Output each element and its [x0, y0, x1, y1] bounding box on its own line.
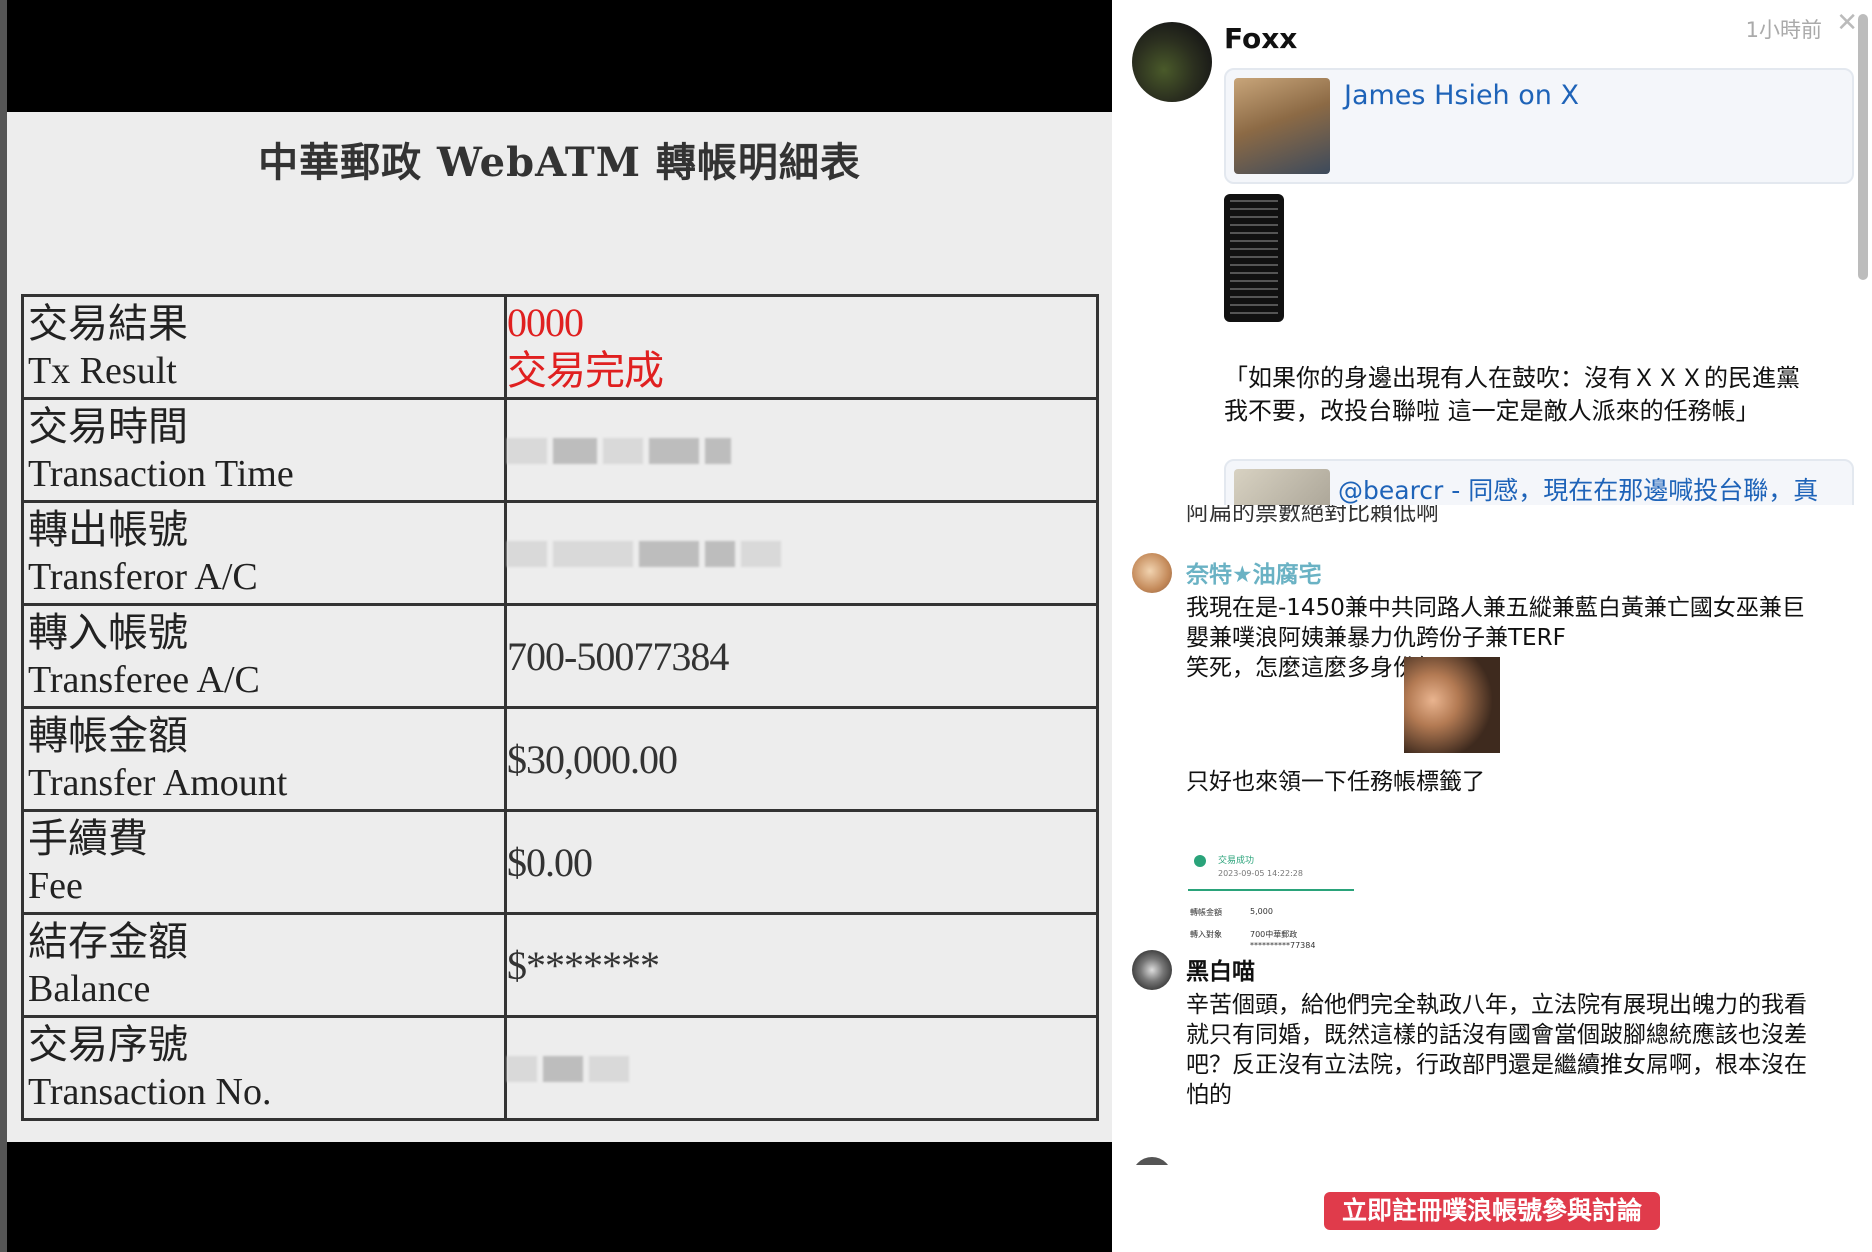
row-label-zh: 轉入帳號: [28, 610, 188, 655]
avatar[interactable]: [1132, 950, 1172, 990]
receipt-account: **********77384: [1250, 941, 1316, 950]
fee-amount: $0.00: [504, 809, 1099, 915]
response-text-line: 笑死，怎麼這麼多身份組: [1186, 655, 1439, 681]
table-row: 結存金額 Balance $*******: [21, 912, 1099, 1018]
plurk-post: Foxx 1小時前 ✕ James Hsieh on X 「如果你的身邊出現有人…: [1112, 0, 1872, 505]
receipt-target-label: 轉入對象: [1190, 930, 1222, 939]
response-text-line: 嬰兼噗浪阿姨兼暴力仇跨份子兼TERF: [1186, 625, 1566, 651]
receipt-title: 中華郵政 WebATM 轉帳明細表: [258, 139, 861, 186]
response-author[interactable]: 黑白喵: [1186, 952, 1255, 986]
link-preview-card[interactable]: James Hsieh on X: [1224, 68, 1854, 184]
table-row: 交易時間 Transaction Time: [21, 397, 1099, 503]
table-row: 轉帳金額 Transfer Amount $30,000.00: [21, 706, 1099, 812]
response-author[interactable]: 奈特★油腐宅: [1186, 555, 1322, 589]
receipt-amount: 5,000: [1250, 907, 1273, 916]
blurred-transaction-time: [504, 397, 1099, 503]
receipt-amount-label: 轉帳金額: [1190, 908, 1222, 917]
tx-result-code: 0000: [507, 300, 584, 345]
post-time[interactable]: 1小時前: [1746, 14, 1822, 44]
response-text-line: 就只有同婚，既然這樣的話沒有國會當個跛腳總統應該也沒差: [1186, 1022, 1807, 1048]
table-row: 交易結果 Tx Result 0000 交易完成: [21, 294, 1099, 400]
row-label-en: Transferor A/C: [28, 556, 258, 598]
row-label-zh: 交易時間: [28, 404, 188, 449]
link-thumbnail: [1234, 78, 1330, 174]
truncated-response-text: 阿扁的票數絕對比賴低啊: [1186, 505, 1439, 526]
row-label-zh: 交易結果: [28, 301, 188, 346]
transfer-amount: $30,000.00: [504, 706, 1099, 812]
avatar[interactable]: [1132, 553, 1172, 593]
link-title[interactable]: @bearcr - 同感，現在在那邊喊投台聯，真: [1338, 471, 1818, 505]
link-title[interactable]: James Hsieh on X: [1344, 80, 1579, 111]
row-label-zh: 交易序號: [28, 1022, 188, 1067]
receipt-status: 交易成功: [1218, 856, 1255, 866]
close-icon[interactable]: ✕: [1836, 8, 1858, 38]
blurred-transferor-account: [504, 500, 1099, 606]
post-text-line: 「如果你的身邊出現有人在鼓吹：沒有ＸＸＸ的民進黨: [1224, 364, 1800, 392]
response-content: 辛苦個頭，給他們完全執政八年，立法院有展現出魄力的我看 就只有同婚，既然這樣的話…: [1186, 990, 1846, 1110]
response-content: 我現在是-1450兼中共同路人兼五縱兼藍白黃兼亡國女巫兼巨 嬰兼噗浪阿姨兼暴力仇…: [1186, 593, 1846, 683]
response-text-line: 怕的: [1186, 1082, 1232, 1108]
avatar[interactable]: [1132, 1157, 1172, 1165]
table-row: 手續費 Fee $0.00: [21, 809, 1099, 915]
response-text-line: 辛苦個頭，給他們完全執政八年，立法院有展現出魄力的我看: [1186, 992, 1807, 1018]
balance-amount: $*******: [504, 912, 1099, 1018]
transfer-receipt-image: 中華郵政 WebATM 轉帳明細表 交易結果 Tx Result 0000 交易…: [7, 112, 1112, 1142]
response-content: 只好也來領一下任務帳標籤了: [1186, 767, 1846, 797]
row-label-en: Transaction No.: [28, 1071, 272, 1113]
poster-name[interactable]: Foxx: [1224, 22, 1297, 55]
row-label-en: Transaction Time: [28, 453, 294, 495]
table-row: 轉出帳號 Transferor A/C: [21, 500, 1099, 606]
receipt-table: 交易結果 Tx Result 0000 交易完成 交易時間 Transactio…: [21, 294, 1099, 1121]
row-label-en: Fee: [28, 865, 83, 907]
meme-image[interactable]: [1404, 657, 1500, 753]
link-thumbnail: [1234, 469, 1330, 505]
register-button[interactable]: 立即註冊噗浪帳號參與討論: [1324, 1192, 1660, 1230]
avatar[interactable]: [1132, 22, 1212, 102]
row-label-zh: 結存金額: [28, 919, 188, 964]
link-preview-card[interactable]: @bearcr - 同感，現在在那邊喊投台聯，真: [1224, 459, 1854, 505]
row-label-zh: 手續費: [28, 816, 148, 861]
row-label-en: Transferee A/C: [28, 659, 260, 701]
scrollbar[interactable]: [1858, 14, 1868, 280]
blurred-transaction-no: [504, 1015, 1099, 1121]
plurk-panel: Foxx 1小時前 ✕ James Hsieh on X 「如果你的身邊出現有人…: [1112, 0, 1872, 1252]
lightbox-image-area: 中華郵政 WebATM 轉帳明細表 交易結果 Tx Result 0000 交易…: [0, 0, 1112, 1252]
transferee-account: 700-50077384: [504, 603, 1099, 709]
tx-result-text: 交易完成: [507, 348, 664, 393]
receipt-date: 2023-09-05 14:22:28: [1218, 869, 1303, 878]
response-text-line: 我現在是-1450兼中共同路人兼五縱兼藍白黃兼亡國女巫兼巨: [1186, 595, 1805, 621]
response-text-line: 只好也來領一下任務帳標籤了: [1186, 769, 1485, 795]
post-content: 「如果你的身邊出現有人在鼓吹：沒有ＸＸＸ的民進黨 我不要，改投台聯啦 這一定是敵…: [1224, 362, 1864, 428]
attached-screenshot[interactable]: [1224, 194, 1284, 322]
row-label-en: Transfer Amount: [28, 762, 288, 804]
check-icon: [1194, 855, 1206, 867]
response-text-line: 吧？反正沒有立法院，行政部門還是繼續推女屌啊，根本沒在: [1186, 1052, 1807, 1078]
background-page-edge: [0, 0, 7, 1252]
row-label-zh: 轉帳金額: [28, 713, 188, 758]
divider: [1188, 889, 1354, 891]
responses-list: 阿扁的票數絕對比賴低啊 奈特★油腐宅 我現在是-1450兼中共同路人兼五縱兼藍白…: [1112, 505, 1872, 1165]
receipt-target: 700中華郵政: [1250, 930, 1298, 939]
post-text-line: 我不要，改投台聯啦 這一定是敵人派來的任務帳」: [1224, 397, 1760, 425]
row-label-zh: 轉出帳號: [28, 507, 188, 552]
table-row: 交易序號 Transaction No.: [21, 1015, 1099, 1121]
row-label-en: Tx Result: [28, 350, 177, 392]
table-row: 轉入帳號 Transferee A/C 700-50077384: [21, 603, 1099, 709]
row-label-en: Balance: [28, 968, 151, 1010]
